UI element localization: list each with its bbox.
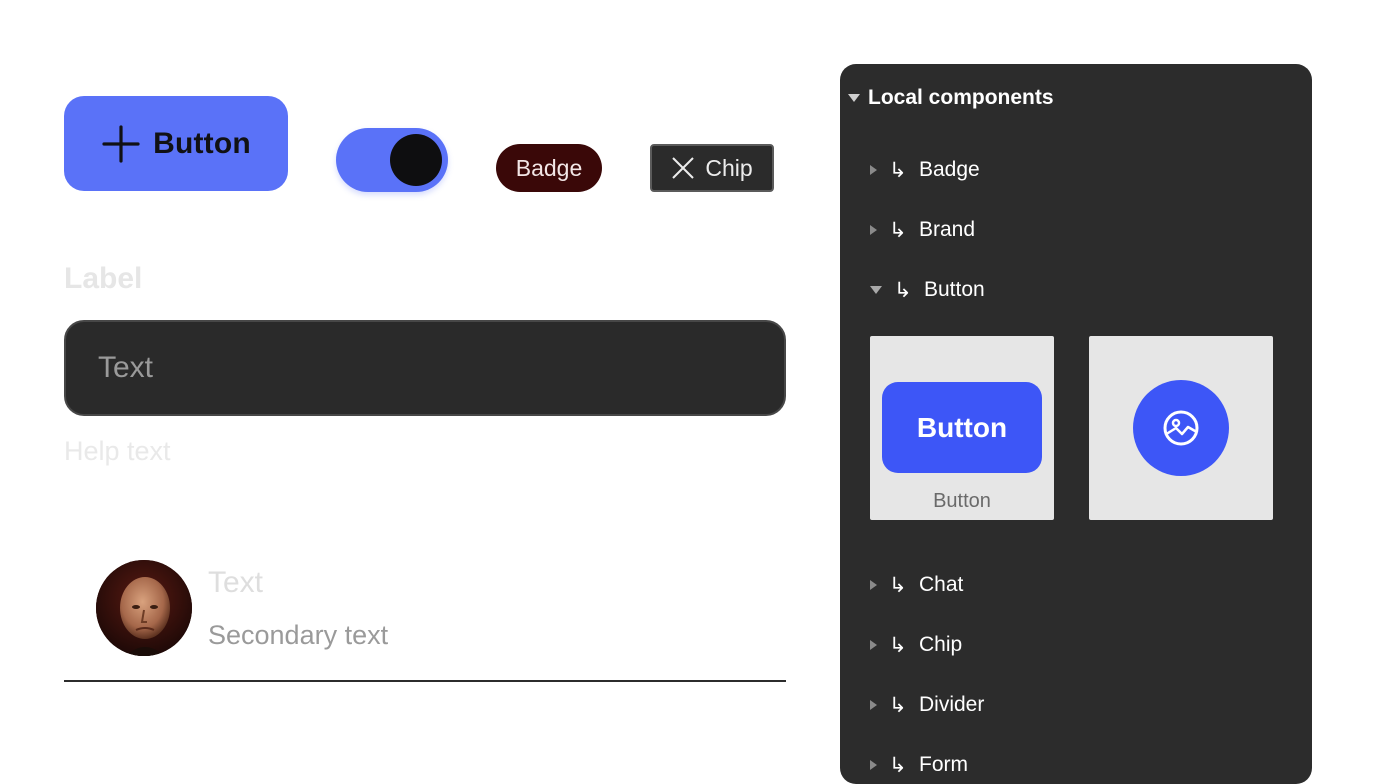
avatar (96, 560, 192, 656)
nested-arrow-icon: ↳ (889, 218, 907, 242)
image-icon (1163, 410, 1199, 446)
badge-label: Badge (515, 154, 583, 181)
expand-triangle-icon (870, 165, 877, 175)
nested-arrow-icon: ↳ (889, 158, 907, 182)
collapse-triangle-icon (870, 286, 882, 294)
tree-item-divider[interactable]: ↳ Divider (870, 690, 984, 720)
toggle-switch[interactable] (336, 128, 448, 192)
button-component-preview[interactable]: Button Button (870, 336, 1054, 520)
divider (64, 680, 786, 682)
tree-item-brand[interactable]: ↳ Brand (870, 215, 975, 245)
list-item-primary-text: Text (208, 566, 264, 599)
tree-item-form[interactable]: ↳ Form (870, 750, 968, 780)
chip-label: Chip (705, 154, 753, 181)
badge: Badge (496, 144, 602, 192)
tree-item-label: Divider (919, 693, 985, 716)
tree-item-label: Form (919, 753, 968, 776)
panel-title: Local components (868, 86, 1054, 109)
tree-item-chip[interactable]: ↳ Chip (870, 630, 962, 660)
chip[interactable]: Chip (650, 144, 774, 192)
tree-item-button[interactable]: ↳ Button (870, 275, 985, 305)
panel-header[interactable]: Local components (848, 86, 1054, 110)
expand-triangle-icon (870, 760, 877, 770)
tree-item-chat[interactable]: ↳ Chat (870, 570, 963, 600)
collapse-triangle-icon (848, 94, 860, 102)
expand-triangle-icon (870, 225, 877, 235)
toggle-knob (390, 134, 442, 186)
nested-arrow-icon: ↳ (889, 573, 907, 597)
components-panel: Local components ↳ Badge ↳ Brand ↳ Butto… (840, 64, 1312, 784)
nested-arrow-icon: ↳ (889, 633, 907, 657)
preview-button-label: Button (916, 411, 1008, 443)
avatar-photo (96, 560, 192, 656)
nested-arrow-icon: ↳ (889, 753, 907, 777)
preview-caption: Button (933, 490, 991, 512)
nested-arrow-icon: ↳ (894, 278, 912, 302)
icon-button-component-preview[interactable] (1089, 336, 1273, 520)
tree-item-badge[interactable]: ↳ Badge (870, 155, 980, 185)
help-text: Help text (64, 436, 171, 466)
expand-triangle-icon (870, 580, 877, 590)
primary-button[interactable]: Button (64, 96, 288, 191)
tree-item-label: Chip (919, 633, 963, 656)
text-input[interactable] (64, 320, 786, 416)
list-item-secondary-text: Secondary text (208, 620, 389, 650)
tree-item-label: Button (924, 278, 985, 301)
expand-triangle-icon (870, 700, 877, 710)
preview-icon-button (1133, 380, 1229, 476)
tree-item-label: Badge (919, 158, 980, 181)
tree-item-label: Brand (919, 218, 976, 241)
nested-arrow-icon: ↳ (889, 693, 907, 717)
expand-triangle-icon (870, 640, 877, 650)
plus-icon (102, 124, 140, 163)
field-label: Label (64, 262, 143, 295)
tree-item-label: Chat (919, 573, 964, 596)
primary-button-label: Button (153, 126, 251, 160)
close-icon[interactable] (671, 156, 695, 180)
preview-button: Button (882, 382, 1042, 473)
